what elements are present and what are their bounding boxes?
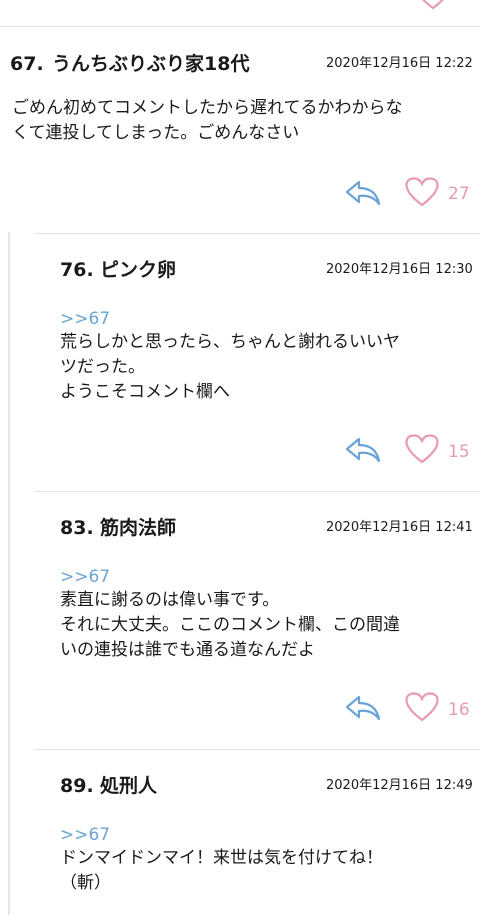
comment-line: 荒らしかと思ったら、ちゃんと謝れるいいヤ bbox=[60, 332, 400, 352]
comment-date: 2020年12月16日 12:30 bbox=[326, 262, 473, 277]
reply-icon[interactable] bbox=[345, 180, 381, 206]
comment-body: ごめん初めてコメントしたから遅れてるかわからな くて連投してしまった。ごめんなさ… bbox=[12, 96, 403, 146]
comment-line: 素直に謝るのは偉い事です。 bbox=[60, 590, 280, 610]
comment-date: 2020年12月16日 12:22 bbox=[326, 56, 473, 71]
comment-line: ドンマイドンマイ！来世は気を付けてね！ bbox=[60, 848, 383, 868]
comment-number: 76. bbox=[60, 259, 94, 281]
comment-line: それに大丈夫。ここのコメント欄、この間違 bbox=[60, 615, 400, 635]
like-count: 16 bbox=[448, 700, 470, 720]
comment-body: 荒らしかと思ったら、ちゃんと謝れるいいヤ ツだった。 ようこそコメント欄へ bbox=[60, 330, 400, 405]
reply-anchor-link[interactable]: >>67 bbox=[60, 824, 110, 846]
heart-icon[interactable] bbox=[405, 434, 439, 464]
comment-line: ごめん初めてコメントしたから遅れてるかわからな bbox=[12, 98, 403, 118]
comment-date: 2020年12月16日 12:41 bbox=[326, 520, 473, 535]
comment-89: 89. 処刑人 2020年12月16日 12:49 >>67 ドンマイドンマイ！… bbox=[0, 750, 480, 915]
comment-author[interactable]: 筋肉法師 bbox=[100, 516, 176, 540]
top-divider bbox=[0, 26, 480, 27]
like-count: 27 bbox=[448, 184, 470, 204]
heart-icon[interactable] bbox=[405, 692, 439, 722]
like-count: 15 bbox=[448, 442, 470, 462]
comment-76: 76. ピンク卵 2020年12月16日 12:30 >>67 荒らしかと思った… bbox=[0, 234, 480, 490]
comment-line: ツだった。 bbox=[60, 357, 145, 377]
comment-67: 67. うんちぶりぶり家18代 2020年12月16日 12:22 ごめん初めて… bbox=[0, 40, 480, 230]
comment-date: 2020年12月16日 12:49 bbox=[326, 778, 473, 793]
comment-author[interactable]: ピンク卵 bbox=[100, 258, 176, 282]
comment-number: 83. bbox=[60, 517, 94, 539]
comment-line: （斬） bbox=[60, 873, 111, 893]
comment-number: 67. bbox=[10, 53, 44, 75]
comment-line: いの連投は誰でも通る道なんだよ bbox=[60, 640, 315, 660]
reply-icon[interactable] bbox=[345, 437, 381, 463]
comment-83: 83. 筋肉法師 2020年12月16日 12:41 >>67 素直に謝るのは偉… bbox=[0, 492, 480, 748]
heart-icon[interactable] bbox=[405, 177, 439, 207]
comment-author[interactable]: 処刑人 bbox=[100, 774, 157, 798]
comment-line: ようこそコメント欄へ bbox=[60, 382, 230, 402]
reply-anchor-link[interactable]: >>67 bbox=[60, 308, 110, 330]
comment-author[interactable]: うんちぶりぶり家18代 bbox=[52, 52, 249, 76]
comment-line: くて連投してしまった。ごめんなさい bbox=[12, 123, 300, 143]
comment-number: 89. bbox=[60, 775, 94, 797]
heart-icon[interactable] bbox=[418, 0, 448, 10]
reply-anchor-link[interactable]: >>67 bbox=[60, 566, 110, 588]
reply-icon[interactable] bbox=[345, 695, 381, 721]
comment-body: 素直に謝るのは偉い事です。 それに大丈夫。ここのコメント欄、この間違 いの連投は… bbox=[60, 588, 400, 663]
comment-body: ドンマイドンマイ！来世は気を付けてね！ （斬） bbox=[60, 846, 383, 896]
